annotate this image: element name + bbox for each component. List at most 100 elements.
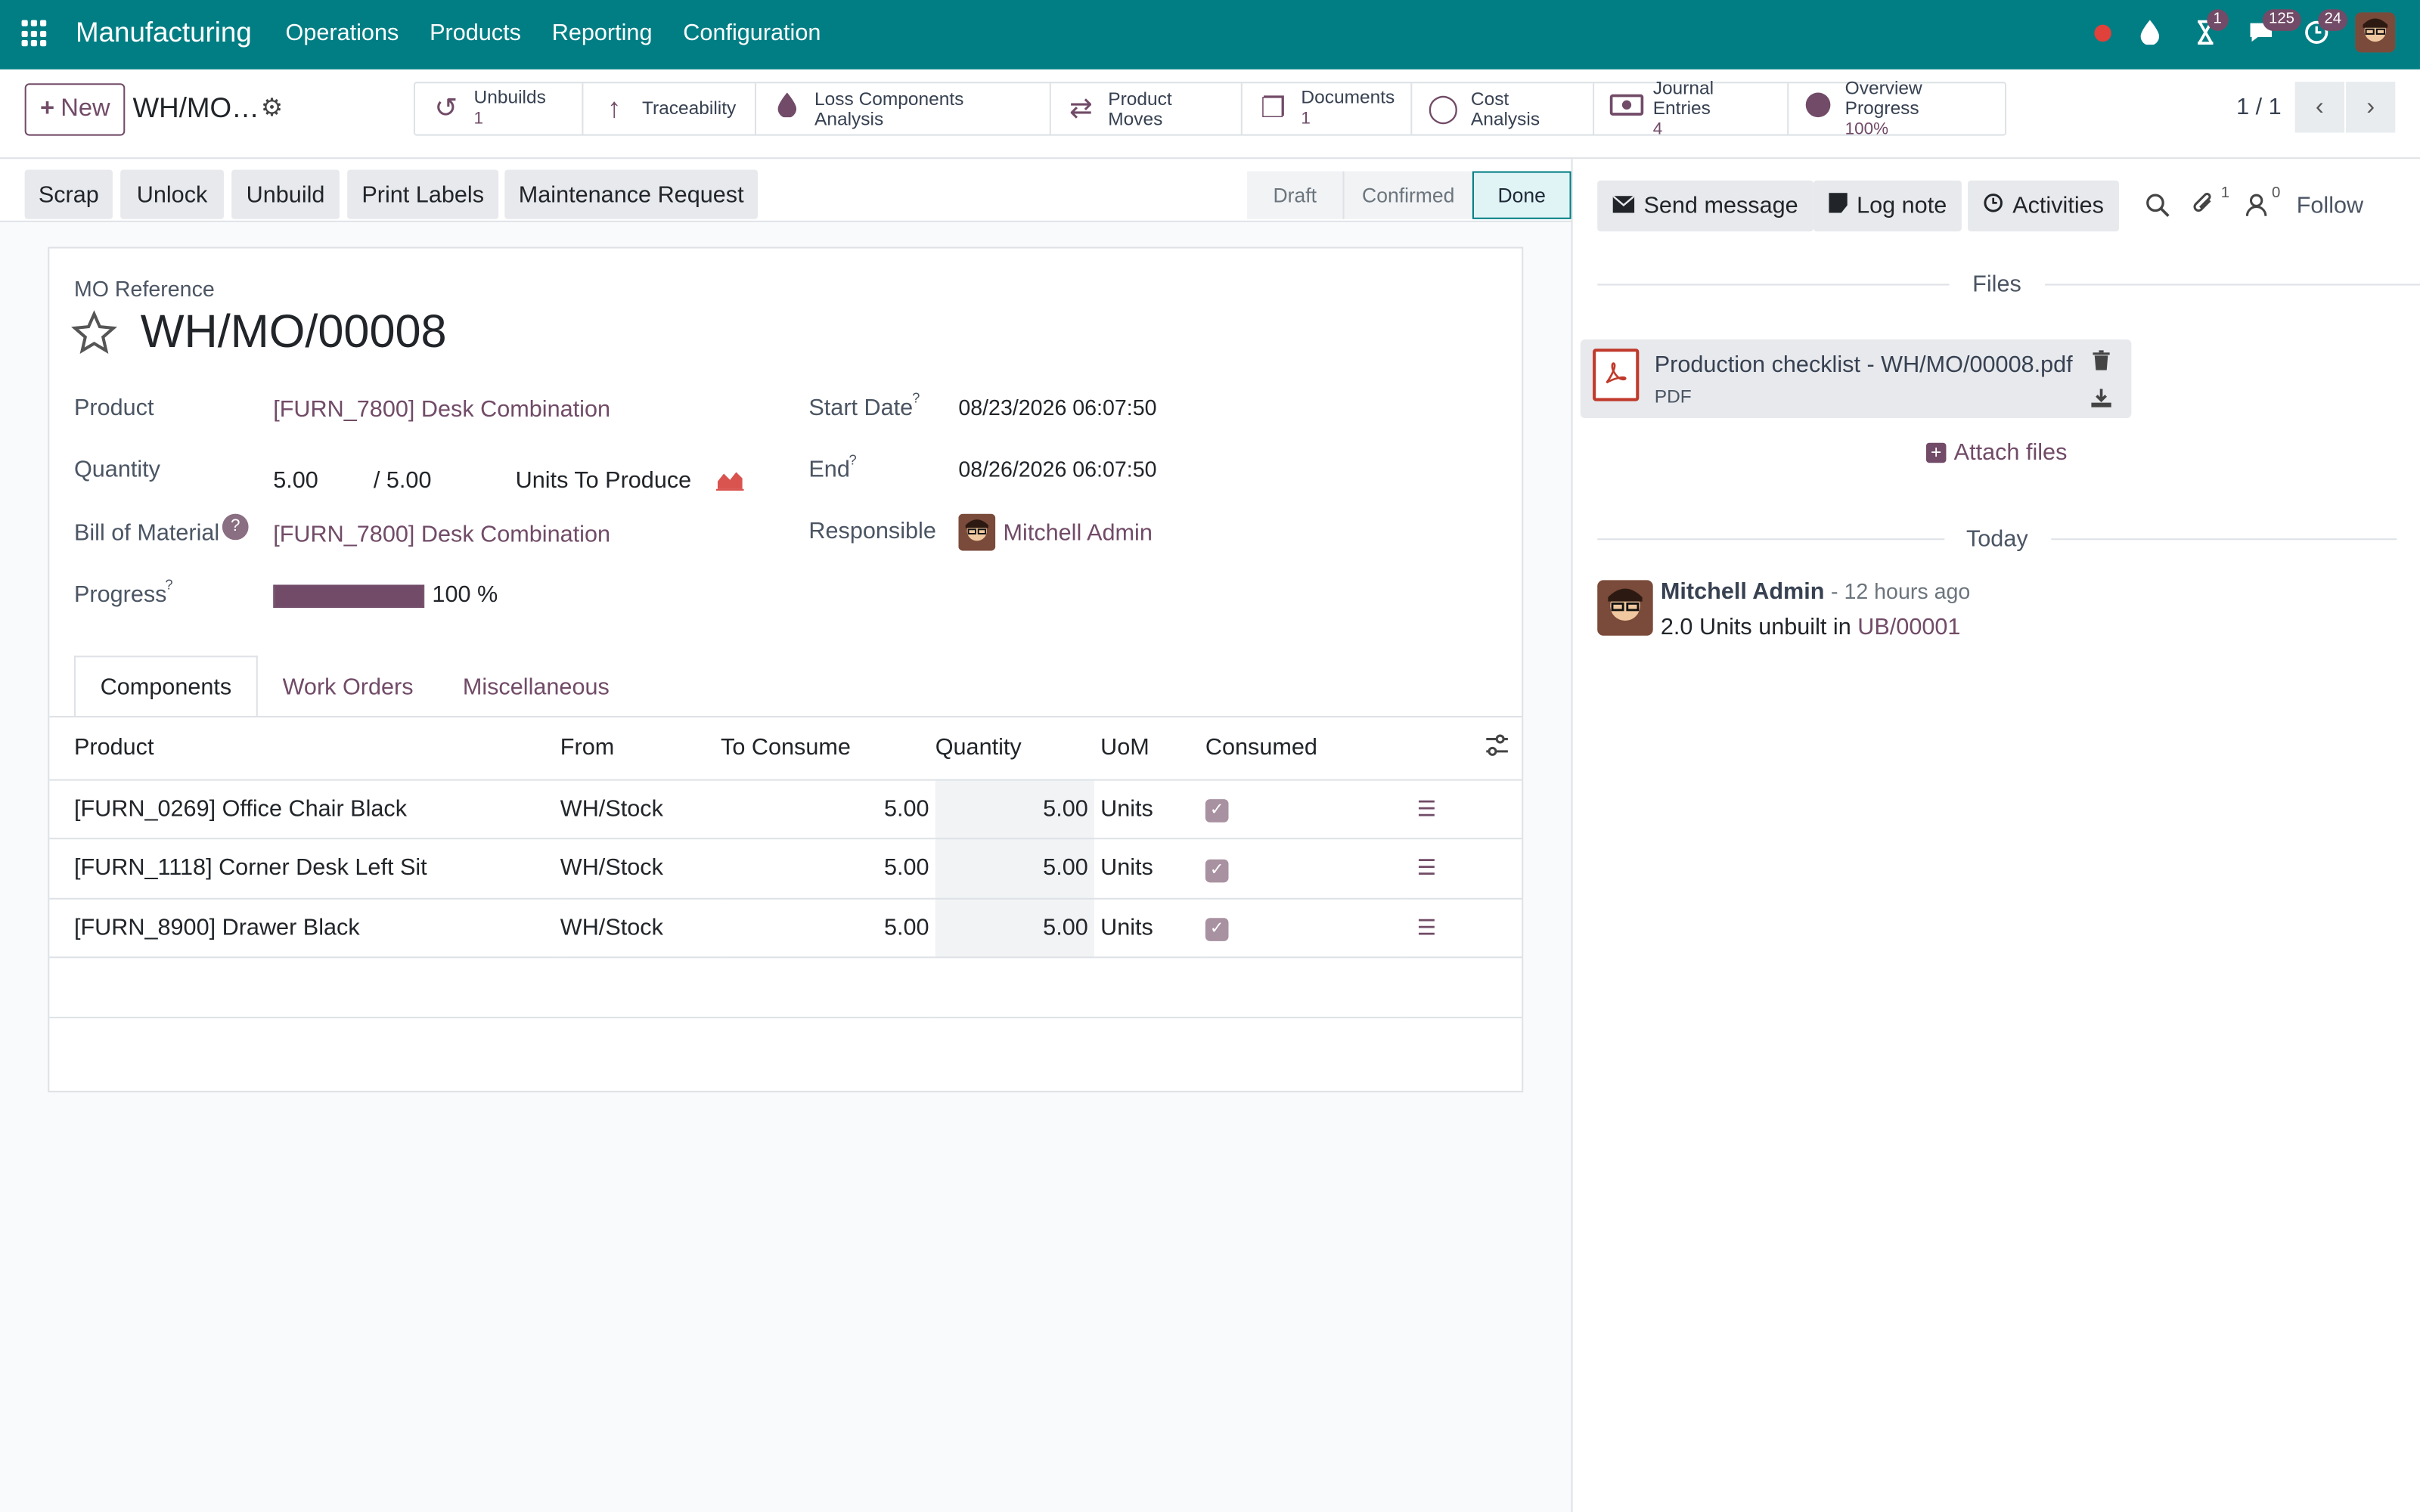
chevron-right-icon[interactable]: ›	[2346, 82, 2396, 133]
col-to-consume[interactable]: To Consume	[721, 717, 935, 780]
row-uom: Units	[1094, 779, 1205, 840]
smart-buttons: ↺ Unbuilds 1 ↑ Traceability Loss Componen…	[413, 77, 2007, 138]
message-author[interactable]: Mitchell Admin	[1661, 578, 1825, 605]
start-date-field[interactable]: 08/23/2026 06:07:50	[958, 395, 1156, 420]
activity-hourglass-icon[interactable]: 1	[2189, 9, 2229, 52]
consumed-checkbox[interactable]: ✓	[1205, 918, 1229, 942]
maintenance-request-button[interactable]: Maintenance Request	[504, 169, 759, 219]
traceability-button[interactable]: ↑ Traceability	[583, 83, 756, 135]
table-row[interactable]: [FURN_8900] Drawer Black WH/Stock 5.00 5…	[49, 897, 1522, 959]
tab-components[interactable]: Components	[73, 655, 258, 717]
bom-label: Bill of Material	[73, 519, 220, 547]
optional-columns-toggle[interactable]	[1406, 717, 1522, 780]
pie-icon	[1804, 91, 1833, 126]
stage-confirmed[interactable]: Confirmed	[1342, 171, 1472, 219]
col-from[interactable]: From	[560, 717, 721, 780]
sliders-icon[interactable]	[1485, 734, 1509, 762]
product-moves-button[interactable]: ⇄ Product Moves	[1051, 83, 1243, 135]
help-tooltip-icon[interactable]: ?	[222, 513, 249, 541]
messages-icon[interactable]: 125	[2244, 9, 2301, 52]
paperclip-icon[interactable]	[2192, 191, 2217, 225]
detailed-operations-icon[interactable]: ☰	[1416, 915, 1436, 940]
row-from: WH/Stock	[560, 897, 721, 959]
end-help-mark: ?	[849, 451, 857, 468]
consumed-checkbox[interactable]: ✓	[1205, 859, 1229, 882]
scrap-button[interactable]: Scrap	[24, 169, 113, 219]
quantity-label: Quantity	[73, 457, 160, 483]
unlock-button[interactable]: Unlock	[120, 169, 224, 219]
row-quantity[interactable]: 5.00	[935, 897, 1094, 959]
circle-icon: ◯	[1427, 92, 1459, 124]
attach-files-button[interactable]: + Attach files	[1925, 440, 2067, 466]
trash-icon[interactable]	[2093, 350, 2110, 378]
tab-work-orders[interactable]: Work Orders	[258, 655, 438, 717]
table-row[interactable]: [FURN_1118] Corner Desk Left Sit WH/Stoc…	[49, 838, 1522, 899]
user-avatar[interactable]	[2355, 12, 2396, 53]
responsible-field[interactable]: Mitchell Admin	[1004, 520, 1153, 547]
search-icon[interactable]	[2145, 193, 2170, 225]
stage-done[interactable]: Done	[1472, 171, 1571, 219]
menu-reporting[interactable]: Reporting	[552, 20, 653, 47]
send-message-button[interactable]: Send message	[1597, 180, 1814, 232]
updates-badge: 24	[2318, 9, 2348, 31]
cost-analysis-button[interactable]: ◯ Cost Analysis	[1412, 83, 1595, 135]
unbuild-button[interactable]: Unbuild	[231, 169, 340, 219]
quantity-total: / 5.00	[373, 467, 432, 494]
updates-clock-icon[interactable]: 24	[2300, 9, 2348, 52]
app-name[interactable]: Manufacturing	[76, 17, 252, 49]
consumed-checkbox[interactable]: ✓	[1205, 799, 1229, 823]
follow-button[interactable]: Follow	[2297, 193, 2363, 219]
menu-configuration[interactable]: Configuration	[683, 20, 821, 47]
new-button[interactable]: + New	[24, 83, 126, 136]
note-icon	[1829, 193, 1848, 219]
detailed-operations-icon[interactable]: ☰	[1416, 796, 1436, 821]
message-author-avatar[interactable]	[1597, 580, 1653, 636]
attachment-name: Production checklist - WH/MO/00008.pdf	[1654, 352, 2073, 378]
end-date-field[interactable]: 08/26/2026 06:07:50	[958, 457, 1156, 482]
product-field[interactable]: [FURN_7800] Desk Combination	[273, 396, 610, 423]
detailed-operations-icon[interactable]: ☰	[1416, 855, 1436, 880]
message-header: Mitchell Admin - 12 hours ago	[1661, 578, 1970, 605]
unbuilds-button[interactable]: ↺ Unbuilds 1	[415, 83, 584, 135]
today-divider-right	[2051, 538, 2397, 541]
pager-value[interactable]: 1 / 1	[2236, 94, 2282, 120]
row-product: [FURN_8900] Drawer Black	[49, 897, 560, 959]
forecast-chart-icon[interactable]	[715, 469, 744, 498]
drop-icon[interactable]	[2133, 12, 2167, 52]
overview-progress-button[interactable]: Overview Progress 100%	[1789, 77, 2005, 138]
col-consumed[interactable]: Consumed	[1205, 717, 1407, 780]
stage-draft[interactable]: Draft	[1246, 171, 1343, 219]
table-row[interactable]: [FURN_0269] Office Chair Black WH/Stock …	[49, 779, 1522, 840]
tab-miscellaneous[interactable]: Miscellaneous	[438, 655, 634, 717]
chevron-left-icon[interactable]: ‹	[2294, 82, 2344, 133]
col-quantity[interactable]: Quantity	[935, 717, 1094, 780]
app-grid-icon[interactable]	[21, 20, 50, 48]
col-uom[interactable]: UoM	[1094, 717, 1205, 780]
star-icon[interactable]	[71, 310, 117, 364]
col-product[interactable]: Product	[49, 717, 560, 780]
plus-icon: +	[40, 95, 55, 122]
loss-components-button[interactable]: Loss Components Analysis	[756, 83, 1051, 135]
log-note-button[interactable]: Log note	[1813, 180, 1962, 232]
journal-entries-button[interactable]: Journal Entries 4	[1594, 77, 1789, 138]
recording-indicator-icon[interactable]	[2094, 23, 2111, 42]
followers-icon[interactable]	[2245, 193, 2267, 225]
row-quantity[interactable]: 5.00	[935, 779, 1094, 840]
mo-reference[interactable]: WH/MO/00008	[141, 307, 447, 359]
chatter: Send message Log note Activities 1 0 Fol…	[1571, 159, 2420, 1512]
attachment-card[interactable]: Production checklist - WH/MO/00008.pdf P…	[1580, 339, 2132, 419]
main-menu: Operations Products Reporting Configurat…	[286, 20, 821, 47]
gear-icon[interactable]: ⚙	[261, 92, 283, 123]
row-uom: Units	[1094, 838, 1205, 899]
bom-field[interactable]: [FURN_7800] Desk Combination	[273, 522, 610, 548]
documents-button[interactable]: ❐ Documents 1	[1243, 83, 1413, 135]
unbuild-order-link[interactable]: UB/00001	[1857, 614, 1960, 640]
menu-operations[interactable]: Operations	[286, 20, 399, 47]
row-quantity[interactable]: 5.00	[935, 838, 1094, 899]
quantity-produced[interactable]: 5.00	[273, 467, 318, 494]
activities-button[interactable]: Activities	[1968, 180, 2120, 232]
start-date-label: Start Date	[808, 395, 914, 422]
menu-products[interactable]: Products	[430, 20, 521, 47]
print-labels-button[interactable]: Print Labels	[347, 169, 499, 219]
download-icon[interactable]	[2091, 387, 2111, 415]
